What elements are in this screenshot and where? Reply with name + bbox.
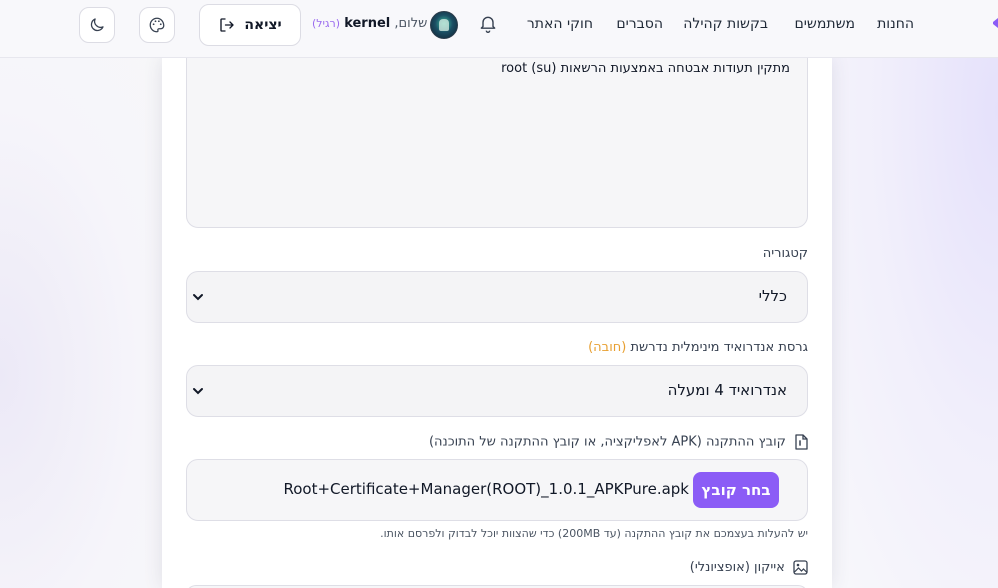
theme-palette-button[interactable] xyxy=(139,7,175,43)
description-text: מתקין תעודות אבטחה באמצעות הרשאות root (… xyxy=(501,61,790,76)
description-textarea[interactable]: מתקין תעודות אבטחה באמצעות הרשאות root (… xyxy=(186,56,808,228)
apk-file-label: קובץ ההתקנה (APK לאפליקציה, או קובץ ההתק… xyxy=(429,434,808,450)
android-version-value: אנדרואיד 4 ומעלה xyxy=(667,381,787,399)
file-icon xyxy=(795,434,808,450)
chevron-down-icon xyxy=(193,388,203,395)
user-greeting: שלום, kernel (רגיל) xyxy=(312,16,427,31)
chevron-down-icon xyxy=(193,294,203,301)
choose-file-button[interactable]: בחר קובץ xyxy=(693,472,779,508)
background-left xyxy=(0,58,165,588)
apk-help-text: יש להעלות בעצמכם את קובץ ההתקנה (עד 200M… xyxy=(380,527,808,540)
user-role: (רגיל) xyxy=(312,17,341,30)
brand-logo-icon[interactable] xyxy=(992,18,998,28)
greeting-hello: שלום, xyxy=(394,16,428,31)
android-version-label-text: גרסת אנדרואיד מינימלית נדרשת xyxy=(630,340,808,355)
image-icon xyxy=(793,560,808,575)
nav-item-rules[interactable]: חוקי האתר xyxy=(527,16,593,32)
avatar[interactable] xyxy=(430,11,458,39)
username[interactable]: kernel xyxy=(344,16,390,31)
logout-label: יציאה xyxy=(244,17,282,33)
icon-label-text: אייקון (אופציונלי) xyxy=(689,560,785,575)
nav-item-shops[interactable]: החנות xyxy=(877,16,914,32)
apk-file-input[interactable]: בחר קובץ Root+Certificate+Manager(ROOT)_… xyxy=(186,459,808,521)
category-select[interactable]: כללי xyxy=(186,271,808,323)
category-value: כללי xyxy=(758,287,787,305)
android-version-select[interactable]: אנדרואיד 4 ומעלה xyxy=(186,365,808,417)
moon-icon xyxy=(90,18,104,32)
background-right xyxy=(828,58,998,588)
icon-label: אייקון (אופציונלי) xyxy=(690,560,808,575)
logout-button[interactable]: יציאה xyxy=(199,4,301,46)
required-marker: (חובה) xyxy=(588,340,627,355)
apk-file-label-text: קובץ ההתקנה (APK לאפליקציה, או קובץ ההתק… xyxy=(428,434,786,450)
dark-mode-button[interactable] xyxy=(79,7,115,43)
selected-file-name: Root+Certificate+Manager(ROOT)_1.0.1_APK… xyxy=(283,480,689,498)
nav-item-explanations[interactable]: הסברים xyxy=(616,16,663,32)
nav-item-users[interactable]: משתמשים xyxy=(795,16,855,32)
upload-form-card: מתקין תעודות אבטחה באמצעות הרשאות root (… xyxy=(162,56,832,588)
palette-icon xyxy=(149,17,165,33)
android-version-label: גרסת אנדרואיד מינימלית נדרשת (חובה) xyxy=(588,340,808,355)
nav-item-requests[interactable]: בקשות קהילה xyxy=(683,16,768,32)
category-label: קטגוריה xyxy=(762,246,808,261)
top-navbar: החנות משתמשים בקשות קהילה הסברים חוקי הא… xyxy=(0,0,998,58)
bell-icon[interactable] xyxy=(478,14,498,34)
logout-icon xyxy=(220,18,235,32)
